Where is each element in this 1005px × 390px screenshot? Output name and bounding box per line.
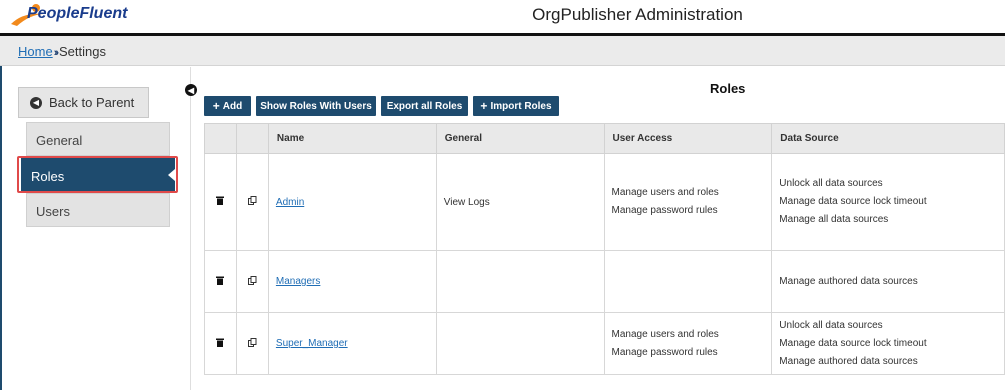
delete-cell (204, 153, 237, 251)
breadcrumb-current: Settings (59, 44, 106, 59)
trash-icon[interactable] (216, 276, 225, 288)
plus-icon: + (480, 99, 488, 113)
back-to-parent-button[interactable]: ◀ Back to Parent (18, 87, 149, 118)
add-role-button[interactable]: + Add (204, 96, 251, 116)
sidebar-item-users[interactable]: Users (26, 193, 170, 227)
column-header-general[interactable]: General (435, 123, 605, 154)
general-cell (435, 312, 605, 375)
table-row: Managers Manage authored data sources (204, 250, 1005, 313)
role-name-cell: Super_Manager (267, 312, 437, 375)
page-title: Roles (710, 81, 746, 96)
role-name-cell: Admin (267, 153, 437, 251)
delete-cell (204, 312, 237, 375)
copy-icon[interactable] (247, 196, 257, 208)
user-access-cell: Manage users and roles Manage password r… (603, 312, 773, 375)
data-source-cell: Unlock all data sources Manage data sour… (771, 312, 1005, 375)
role-name-cell: Managers (267, 250, 437, 313)
general-cell: View Logs (435, 153, 605, 251)
table-row: Admin View Logs Manage users and roles M… (204, 153, 1005, 251)
trash-icon[interactable] (216, 196, 225, 208)
import-roles-button[interactable]: + Import Roles (473, 96, 559, 116)
trash-icon[interactable] (216, 338, 225, 350)
data-source-item: Manage data source lock timeout (779, 337, 927, 349)
sidebar: ◀ Back to Parent (0, 67, 191, 390)
data-source-item: Manage all data sources (779, 214, 889, 225)
back-to-parent-label: Back to Parent (49, 95, 135, 110)
sidebar-item-general[interactable]: General (26, 122, 170, 156)
user-access-item: Manage password rules (611, 205, 718, 216)
sidebar-item-label: Users (36, 204, 70, 219)
column-header-name[interactable]: Name (267, 123, 437, 154)
role-link-super-manager[interactable]: Super_Manager (276, 338, 348, 349)
copy-cell (235, 312, 269, 375)
roles-table: Name General User Access Data Source Adm… (204, 123, 1005, 375)
user-access-item: Manage users and roles (611, 328, 719, 340)
export-all-roles-button[interactable]: Export all Roles (381, 96, 468, 116)
selection-highlight (17, 156, 178, 193)
general-cell (435, 250, 605, 313)
user-access-item: Manage password rules (611, 346, 718, 358)
table-row: Super_Manager Manage users and roles Man… (204, 312, 1005, 375)
collapse-sidebar-icon[interactable]: ◀ (185, 84, 197, 96)
data-source-item: Manage authored data sources (779, 355, 918, 367)
delete-cell (204, 250, 237, 313)
breadcrumb-separator: ›› (53, 47, 60, 59)
show-roles-with-users-button[interactable]: Show Roles With Users (256, 96, 376, 116)
copy-column-header (235, 123, 269, 154)
copy-cell (235, 250, 269, 313)
user-access-cell: Manage users and roles Manage password r… (603, 153, 773, 251)
data-source-item: Unlock all data sources (779, 178, 883, 189)
role-link-managers[interactable]: Managers (276, 276, 320, 287)
plus-icon: + (212, 99, 220, 113)
breadcrumb: Home›› Settings (18, 44, 106, 59)
user-access-item: Manage users and roles (611, 187, 719, 198)
table-header-row: Name General User Access Data Source (204, 123, 1005, 154)
breadcrumb-home-link[interactable]: Home (18, 44, 53, 59)
data-source-item: Unlock all data sources (779, 319, 883, 331)
sidebar-item-label: General (36, 133, 83, 148)
data-source-item: Manage data source lock timeout (779, 196, 927, 207)
role-link-admin[interactable]: Admin (276, 197, 304, 208)
app-header: PeopleFluent OrgPublisher Administration (0, 0, 1005, 33)
arrow-left-circle-icon: ◀ (30, 96, 42, 109)
column-header-data-source[interactable]: Data Source (771, 123, 1005, 154)
column-header-user-access[interactable]: User Access (603, 123, 773, 154)
app-title: OrgPublisher Administration (532, 5, 743, 24)
user-access-cell (603, 250, 773, 313)
data-source-cell: Unlock all data sources Manage data sour… (771, 153, 1005, 251)
data-source-item: Manage authored data sources (779, 275, 918, 287)
copy-icon[interactable] (247, 275, 257, 288)
copy-icon[interactable] (247, 337, 257, 350)
data-source-cell: Manage authored data sources (771, 250, 1005, 313)
delete-column-header (204, 123, 237, 154)
copy-cell (235, 153, 269, 251)
breadcrumb-bar: Home›› Settings (0, 36, 1005, 66)
